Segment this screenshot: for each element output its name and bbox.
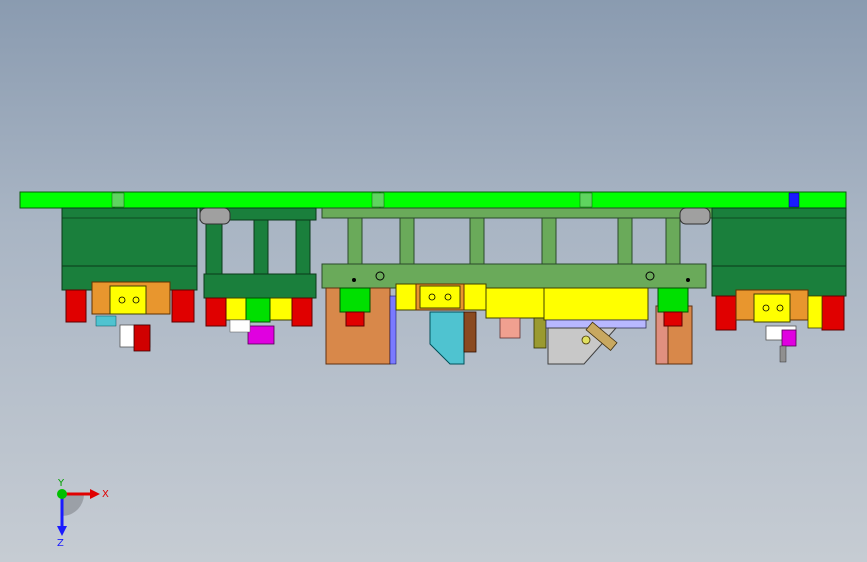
cyan-strip: [95, 315, 117, 327]
green-roller: [657, 287, 689, 313]
bridge-post: [469, 217, 485, 265]
white-part: [229, 319, 251, 333]
green-roller: [245, 297, 271, 323]
yellow-block: [807, 295, 823, 329]
pink-part: [499, 317, 521, 339]
red-cylinder: [345, 311, 365, 327]
plate-insert: [111, 192, 125, 208]
bridge-post: [541, 217, 557, 265]
x-axis-arrowhead: [90, 489, 100, 499]
yellow-block: [419, 285, 461, 309]
right-die-block: [711, 207, 847, 267]
x-axis-label: X: [102, 489, 109, 500]
bridge-post: [347, 217, 363, 265]
green-roller: [339, 287, 371, 313]
brown-part: [463, 311, 477, 353]
red-cylinder: [663, 311, 683, 327]
cad-viewport[interactable]: X Y Z: [0, 0, 867, 562]
bridge-post: [665, 217, 681, 265]
bridge-lower-beam: [321, 263, 707, 289]
bridge-post: [617, 217, 633, 265]
z-axis-arrowhead: [57, 526, 67, 536]
red-cylinder: [205, 297, 227, 327]
left-die-block: [61, 207, 198, 267]
yellow-block: [485, 287, 545, 319]
grey-cap: [199, 207, 231, 225]
bridge-post: [399, 217, 415, 265]
y-axis-label: Y: [57, 478, 65, 489]
magenta-part: [781, 329, 797, 347]
blue-pin: [788, 192, 800, 208]
cyan-wedge: [429, 311, 465, 365]
yellow-block: [109, 285, 147, 315]
blue-edge: [389, 295, 397, 365]
top-plate: [19, 191, 847, 209]
y-axis-dot: [57, 489, 67, 499]
olive-part: [533, 317, 547, 349]
yellow-block: [753, 293, 791, 323]
grey-cap: [679, 207, 711, 225]
red-cylinder: [821, 295, 845, 331]
red-tool: [133, 324, 151, 352]
plate-insert: [579, 192, 593, 208]
bridge-beam: [321, 207, 713, 219]
die-assembly-model[interactable]: [0, 0, 867, 562]
yellow-block: [543, 287, 649, 321]
plate-insert: [371, 192, 385, 208]
grey-pin: [779, 345, 787, 363]
z-axis-label: Z: [57, 538, 64, 548]
magenta-part: [247, 325, 275, 345]
green-mount: [203, 273, 317, 299]
red-cylinder: [715, 295, 737, 331]
red-cylinder: [291, 297, 313, 327]
red-cylinder: [65, 289, 87, 323]
coordinate-triad: X Y Z: [57, 478, 109, 548]
red-cylinder: [171, 289, 195, 323]
